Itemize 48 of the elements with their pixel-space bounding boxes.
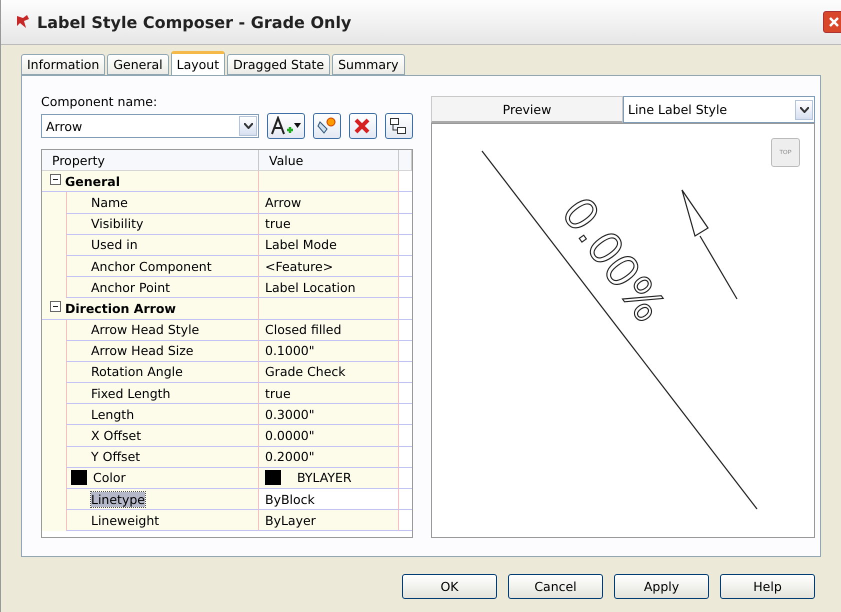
tab[interactable]: Information bbox=[21, 54, 106, 75]
copy-component-button[interactable] bbox=[313, 113, 341, 139]
close-icon bbox=[828, 16, 840, 28]
delete-button[interactable] bbox=[349, 113, 377, 139]
preview-heading: Preview bbox=[431, 96, 623, 123]
property-value[interactable]: true bbox=[265, 386, 291, 401]
component-name-label: Component name: bbox=[41, 94, 158, 109]
tab[interactable]: Summary bbox=[332, 54, 405, 75]
dialog-button[interactable]: Help bbox=[720, 574, 815, 599]
stacked-boxes-icon bbox=[389, 117, 407, 135]
window-title: Label Style Composer - Grade Only bbox=[37, 12, 352, 32]
property-value[interactable]: true bbox=[265, 216, 291, 232]
property-value[interactable]: Arrow bbox=[265, 194, 302, 210]
label-style-dropdown[interactable]: Line Label Style bbox=[623, 96, 815, 123]
property-name[interactable]: Length bbox=[91, 406, 134, 422]
property-name[interactable]: X Offset bbox=[91, 428, 142, 444]
property-name[interactable]: Color bbox=[93, 470, 126, 486]
property-name[interactable]: Visibility bbox=[91, 216, 144, 232]
collapse-icon[interactable] bbox=[50, 174, 61, 186]
add-text-component-button[interactable] bbox=[267, 113, 305, 139]
app-logo-icon bbox=[15, 14, 31, 30]
dialog-button[interactable]: Apply bbox=[614, 574, 709, 599]
property-name[interactable]: Linetype bbox=[91, 492, 145, 507]
tab[interactable]: Dragged State bbox=[227, 54, 330, 75]
component-name-dropdown[interactable]: Arrow bbox=[41, 114, 259, 138]
dialog-button[interactable]: OK bbox=[402, 574, 497, 599]
dialog-button[interactable]: Cancel bbox=[508, 574, 603, 599]
delete-icon bbox=[353, 117, 371, 135]
column-header: Value bbox=[259, 150, 399, 172]
property-name[interactable]: Used in bbox=[91, 237, 138, 252]
tab[interactable]: General bbox=[107, 54, 169, 75]
dropdown-caret-icon bbox=[800, 106, 808, 112]
property-value[interactable]: ByBlock bbox=[265, 492, 315, 507]
group-heading: General bbox=[65, 174, 120, 189]
group-heading: Direction Arrow bbox=[65, 300, 176, 316]
close-button[interactable] bbox=[823, 11, 841, 33]
collapse-icon[interactable] bbox=[50, 301, 61, 312]
property-name[interactable]: Y Offset bbox=[91, 449, 140, 464]
sparkle-tag-icon bbox=[317, 116, 337, 136]
column-header: Property bbox=[42, 150, 259, 172]
letter-plus-icon bbox=[271, 116, 301, 136]
draw-order-button[interactable] bbox=[385, 113, 413, 139]
dropdown-button[interactable] bbox=[239, 116, 257, 136]
dropdown-caret-icon bbox=[244, 123, 252, 129]
property-name[interactable]: Name bbox=[91, 194, 128, 210]
dropdown-button[interactable] bbox=[795, 100, 813, 120]
tab[interactable]: Layout bbox=[170, 51, 226, 75]
color-swatch bbox=[265, 470, 281, 486]
